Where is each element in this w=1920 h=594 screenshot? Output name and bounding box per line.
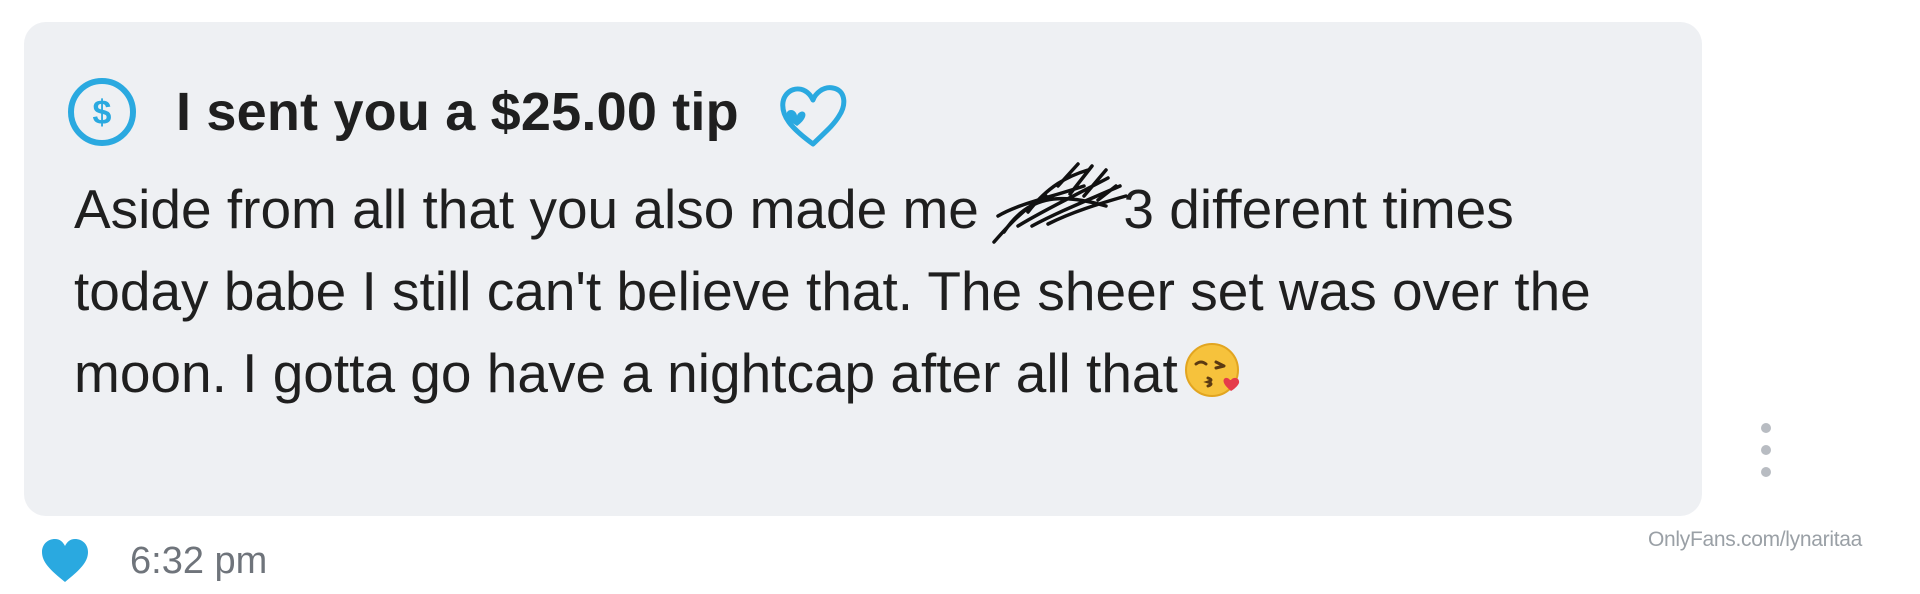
message-bubble: $ I sent you a $25.00 tip Aside from all…: [24, 22, 1702, 516]
tip-header: $ I sent you a $25.00 tip: [66, 70, 855, 154]
message-footer: 6:32 pm: [40, 538, 267, 584]
scribble-redaction: [988, 162, 1128, 244]
message-text-part-1: Aside from all that you also made me: [74, 178, 995, 240]
message-timestamp: 6:32 pm: [130, 539, 268, 582]
kissing-face-emoji: [1184, 340, 1244, 400]
more-vertical-icon[interactable]: [1754, 418, 1778, 482]
watermark: OnlyFans.com/lynaritaa: [1648, 528, 1862, 551]
message-body: Aside from all that you also made me 3 d…: [74, 162, 1634, 414]
page: $ I sent you a $25.00 tip Aside from all…: [0, 0, 1920, 594]
heart-outline-icon: [771, 74, 855, 158]
svg-text:$: $: [93, 94, 112, 132]
tip-amount-text: I sent you a $25.00 tip: [176, 82, 739, 142]
dollar-circle-icon: $: [66, 76, 138, 148]
heart-filled-icon[interactable]: [40, 538, 90, 584]
